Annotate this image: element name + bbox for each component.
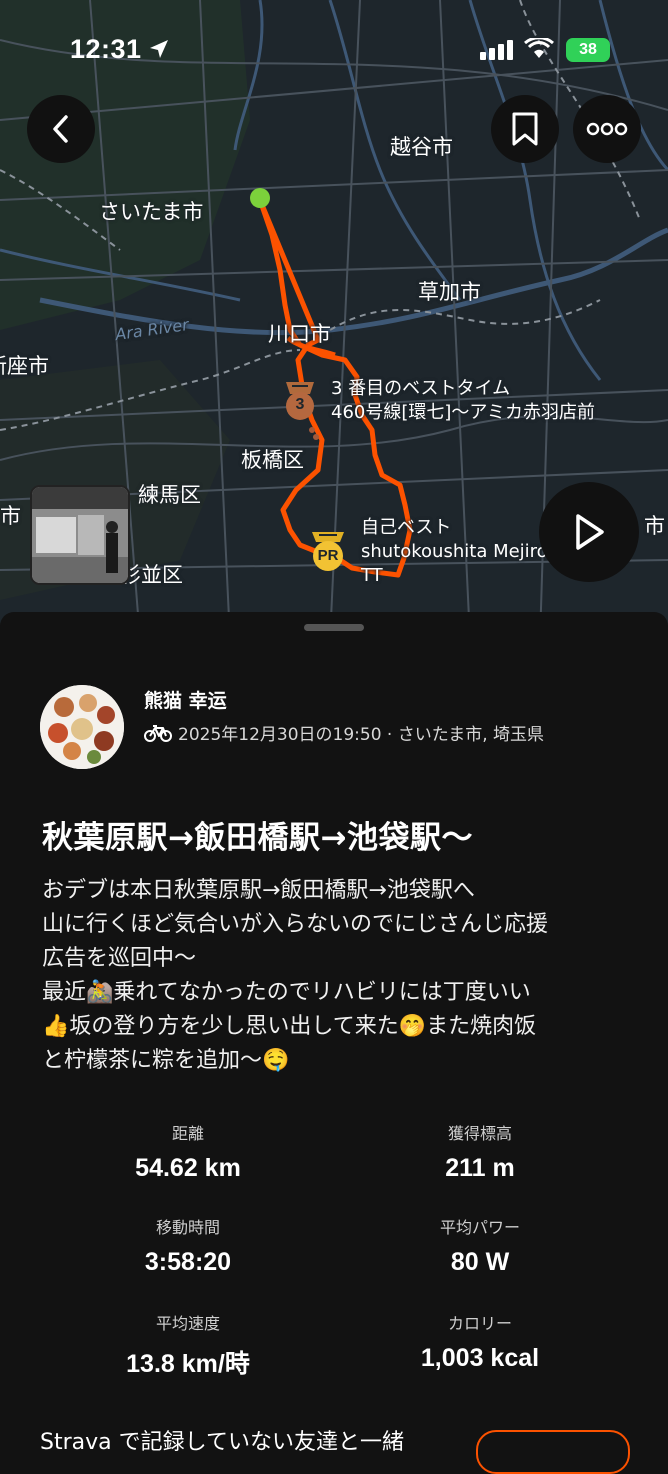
description-line: 最近🚵乗れてなかったのでリハビリには丁度いい: [42, 980, 531, 1005]
stat-value: 54.62 km: [135, 1154, 241, 1182]
description-line: 👍坂の登り方を少し思い出して来た🤭また焼肉饭: [42, 1014, 537, 1039]
invite-friends-text: Strava で記録していない友達と一緒: [40, 1430, 404, 1455]
segment-pr-title: 自己ベスト: [361, 517, 452, 538]
route-map[interactable]: 3 PR 越谷市 さいたま市 草加市 川口市 新座市 Ara River 板橋区…: [0, 0, 668, 640]
bicycle-icon: [144, 724, 172, 742]
activity-photo-thumbnail[interactable]: [30, 485, 130, 585]
stat-distance: 距離 54.62 km: [38, 1120, 338, 1183]
activity-description: おデブは本日秋葉原駅→飯田橋駅→池袋駅へ 山に行くほど気合いが入らないのでにじさ…: [42, 874, 642, 1078]
back-button[interactable]: [27, 95, 95, 163]
segment-pr-label[interactable]: 自己ベスト shutokoushita Mejiro TT: [361, 516, 548, 588]
map-label-itabashi: 板橋区: [241, 448, 304, 472]
description-line: 広告を巡回中〜: [42, 946, 197, 971]
map-label-kawaguchi: 川口市: [268, 322, 331, 346]
stat-label: 平均パワー: [439, 1218, 520, 1237]
stat-label: 移動時間: [155, 1218, 220, 1237]
stat-elevation-gain: 獲得標高 211 m: [330, 1120, 630, 1183]
activity-detail-sheet[interactable]: 熊猫 幸运 2025年12月30日の19:50 · さいたま市, 埼玉県 秋葉原…: [0, 612, 668, 1474]
map-label-saitama: さいたま市: [99, 200, 204, 224]
stat-value: 1,003 kcal: [420, 1344, 540, 1372]
map-label-soka: 草加市: [418, 280, 481, 304]
stat-label: 平均速度: [155, 1314, 220, 1333]
play-icon: [576, 514, 604, 550]
stat-label: 距離: [171, 1124, 204, 1143]
activity-meta: 2025年12月30日の19:50 · さいたま市, 埼玉県: [144, 720, 544, 745]
map-label-niiza: 新座市: [0, 354, 49, 378]
stat-label: カロリー: [447, 1314, 512, 1333]
sheet-grabber-handle[interactable]: [304, 624, 364, 631]
athlete-name[interactable]: 熊猫 幸运: [144, 686, 227, 713]
stat-value: 80 W: [450, 1248, 510, 1276]
more-horizontal-icon: [586, 122, 628, 136]
save-route-button[interactable]: [491, 95, 559, 163]
chevron-left-icon: [53, 115, 68, 143]
description-line: 山に行くほど気合いが入らないのでにじさんじ応援: [42, 912, 549, 937]
segment-pr-name: shutokoushita Mejiro: [361, 541, 548, 562]
invite-friends-button[interactable]: [476, 1430, 630, 1474]
battery-indicator: 38: [566, 38, 610, 62]
play-flyover-button[interactable]: [539, 482, 639, 582]
location-arrow-icon: [150, 40, 168, 58]
bookmark-icon: [512, 112, 538, 146]
route-start-marker: [250, 188, 270, 208]
athlete-avatar[interactable]: [40, 685, 124, 769]
segment-pr-badge-icon[interactable]: PR: [307, 528, 349, 572]
description-line: と柠檬茶に粽を追加〜🤤: [42, 1048, 290, 1073]
activity-title: 秋葉原駅→飯田橋駅→池袋駅〜: [42, 820, 473, 856]
stat-value: 211 m: [445, 1154, 515, 1182]
segment-3rd-best-medal-icon[interactable]: 3: [280, 378, 320, 422]
stat-average-speed: 平均速度 13.8 km/時: [38, 1310, 338, 1380]
stat-average-power: 平均パワー 80 W: [330, 1214, 630, 1277]
map-label-nerima: 練馬区: [138, 483, 201, 507]
cellular-signal-icon: [480, 40, 513, 60]
stat-moving-time: 移動時間 3:58:20: [38, 1214, 338, 1277]
status-time: 12:31: [70, 34, 142, 64]
map-label-edge-right: 市: [644, 514, 665, 538]
segment-3rd-best-rank: 3 番目のベストタイム: [331, 378, 511, 399]
stat-calories: カロリー 1,003 kcal: [330, 1310, 630, 1373]
segment-3rd-best-name: 460号線[環七]〜アミカ赤羽店前: [331, 402, 596, 423]
stat-value: 13.8 km/時: [126, 1350, 250, 1378]
status-bar: 12:31 38: [0, 28, 668, 72]
medal-number: 3: [295, 396, 305, 413]
map-label-edge-left: 市: [0, 504, 21, 528]
segment-pr-name-cont: TT: [361, 565, 383, 586]
pr-label: PR: [317, 547, 339, 564]
stat-label: 獲得標高: [447, 1124, 512, 1143]
segment-3rd-best-label[interactable]: 3 番目のベストタイム 460号線[環七]〜アミカ赤羽店前: [331, 377, 595, 425]
description-line: おデブは本日秋葉原駅→飯田橋駅→池袋駅へ: [42, 878, 475, 903]
wifi-icon: [524, 38, 554, 58]
more-options-button[interactable]: [573, 95, 641, 163]
stat-value: 3:58:20: [144, 1248, 232, 1276]
activity-date-location: 2025年12月30日の19:50 · さいたま市, 埼玉県: [178, 725, 545, 745]
map-label-koshigaya: 越谷市: [390, 135, 453, 159]
